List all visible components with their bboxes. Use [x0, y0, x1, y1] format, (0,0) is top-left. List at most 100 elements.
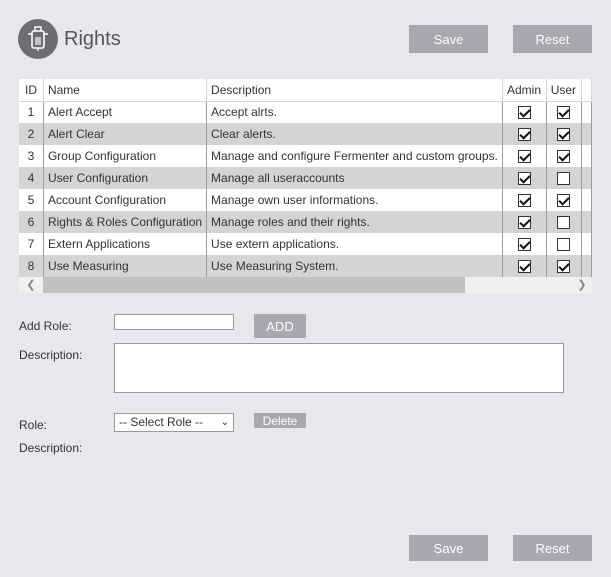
scroll-right-icon[interactable]: ❯	[574, 277, 590, 293]
table-row[interactable]: 6 Rights & Roles Configuration Manage role…	[19, 211, 592, 233]
user-checkbox[interactable]	[557, 260, 571, 274]
row-extra	[581, 211, 592, 233]
role-select-value: -- Select Role --	[119, 415, 204, 429]
save-button-bottom[interactable]: Save	[409, 535, 488, 561]
row-user-cell	[546, 167, 583, 189]
row-user-cell	[546, 123, 583, 145]
add-role-description-label: Description:	[19, 348, 83, 362]
admin-checkbox[interactable]	[517, 106, 531, 120]
table-row[interactable]: 8 Use Measuring Use Measuring System.	[19, 255, 592, 277]
column-header-name[interactable]: Name	[43, 79, 208, 102]
row-extra	[581, 167, 592, 189]
row-description: Manage and configure Fermenter and custo…	[206, 145, 503, 167]
admin-checkbox[interactable]	[517, 260, 531, 274]
table-row[interactable]: 5 Account Configuration Manage own user in…	[19, 189, 592, 211]
row-user-cell	[546, 189, 583, 211]
admin-checkbox[interactable]	[517, 216, 531, 230]
row-name: User Configuration	[43, 167, 208, 189]
fermenter-icon	[18, 19, 58, 59]
user-checkbox[interactable]	[557, 172, 571, 186]
row-description: Manage roles and their rights.	[206, 211, 503, 233]
table-row[interactable]: 4 User Configuration Manage all useraccoun…	[19, 167, 592, 189]
row-extra	[581, 255, 592, 277]
table-row[interactable]: 2 Alert Clear Clear alerts.	[19, 123, 592, 145]
row-admin-cell	[502, 101, 547, 123]
table-row[interactable]: 1 Alert Accept Accept alrts.	[19, 101, 592, 123]
role-select[interactable]: -- Select Role -- ⌄	[114, 413, 234, 432]
row-description: Use Measuring System.	[206, 255, 503, 277]
row-admin-cell	[502, 233, 547, 255]
rights-table: ID Name Description Admin User 1 Alert Ac…	[19, 79, 592, 293]
row-name: Alert Accept	[43, 101, 208, 123]
row-extra	[581, 123, 592, 145]
row-user-cell	[546, 145, 583, 167]
add-role-button[interactable]: ADD	[254, 314, 306, 338]
row-extra	[581, 189, 592, 211]
row-id: 6	[19, 211, 44, 233]
column-header-id[interactable]: ID	[19, 79, 44, 102]
add-role-description-input[interactable]	[114, 343, 564, 393]
row-name: Alert Clear	[43, 123, 208, 145]
admin-checkbox[interactable]	[517, 128, 531, 142]
row-extra	[581, 145, 592, 167]
row-id: 8	[19, 255, 44, 277]
user-checkbox[interactable]	[557, 106, 571, 120]
admin-checkbox[interactable]	[517, 150, 531, 164]
role-label: Role:	[19, 418, 48, 432]
user-checkbox[interactable]	[557, 194, 571, 208]
table-header: ID Name Description Admin User	[19, 79, 592, 102]
scroll-thumb[interactable]	[43, 277, 465, 293]
row-description: Clear alerts.	[206, 123, 503, 145]
add-role-label: Add Role:	[19, 319, 72, 333]
row-admin-cell	[502, 167, 547, 189]
row-name: Account Configuration	[43, 189, 208, 211]
row-name: Group Configuration	[43, 145, 208, 167]
row-description: Manage own user informations.	[206, 189, 503, 211]
row-user-cell	[546, 211, 583, 233]
add-role-input[interactable]	[114, 314, 234, 330]
scroll-left-icon[interactable]: ❮	[23, 277, 39, 293]
user-checkbox[interactable]	[557, 238, 571, 252]
user-checkbox[interactable]	[557, 150, 571, 164]
user-checkbox[interactable]	[557, 216, 571, 230]
admin-checkbox[interactable]	[517, 238, 531, 252]
row-description: Manage all useraccounts	[206, 167, 503, 189]
save-button[interactable]: Save	[409, 25, 488, 53]
column-header-user[interactable]: User	[546, 79, 583, 102]
table-row[interactable]: 7 Extern Applications Use extern applicati…	[19, 233, 592, 255]
admin-checkbox[interactable]	[517, 194, 531, 208]
chevron-down-icon: ⌄	[220, 417, 229, 428]
page-title: Rights	[64, 28, 121, 50]
row-id: 5	[19, 189, 44, 211]
column-header-admin[interactable]: Admin	[502, 79, 547, 102]
row-user-cell	[546, 233, 583, 255]
reset-button-bottom[interactable]: Reset	[513, 535, 592, 561]
row-id: 7	[19, 233, 44, 255]
row-description: Use extern applications.	[206, 233, 503, 255]
table-row[interactable]: 3 Group Configuration Manage and configure…	[19, 145, 592, 167]
row-admin-cell	[502, 255, 547, 277]
row-user-cell	[546, 255, 583, 277]
row-id: 1	[19, 101, 44, 123]
column-header-description[interactable]: Description	[206, 79, 503, 102]
row-extra	[581, 101, 592, 123]
column-header-extra	[581, 79, 592, 102]
delete-role-button[interactable]: Delete	[254, 413, 306, 428]
row-id: 4	[19, 167, 44, 189]
row-admin-cell	[502, 123, 547, 145]
row-description: Accept alrts.	[206, 101, 503, 123]
row-admin-cell	[502, 189, 547, 211]
role-description-label: Description:	[19, 441, 83, 455]
row-admin-cell	[502, 211, 547, 233]
row-name: Rights & Roles Configuration	[43, 211, 208, 233]
row-id: 2	[19, 123, 44, 145]
row-extra	[581, 233, 592, 255]
user-checkbox[interactable]	[557, 128, 571, 142]
reset-button[interactable]: Reset	[513, 25, 592, 53]
row-name: Use Measuring	[43, 255, 208, 277]
row-user-cell	[546, 101, 583, 123]
admin-checkbox[interactable]	[517, 172, 531, 186]
horizontal-scrollbar[interactable]: ❮ ❯	[19, 277, 592, 293]
row-name: Extern Applications	[43, 233, 208, 255]
row-admin-cell	[502, 145, 547, 167]
